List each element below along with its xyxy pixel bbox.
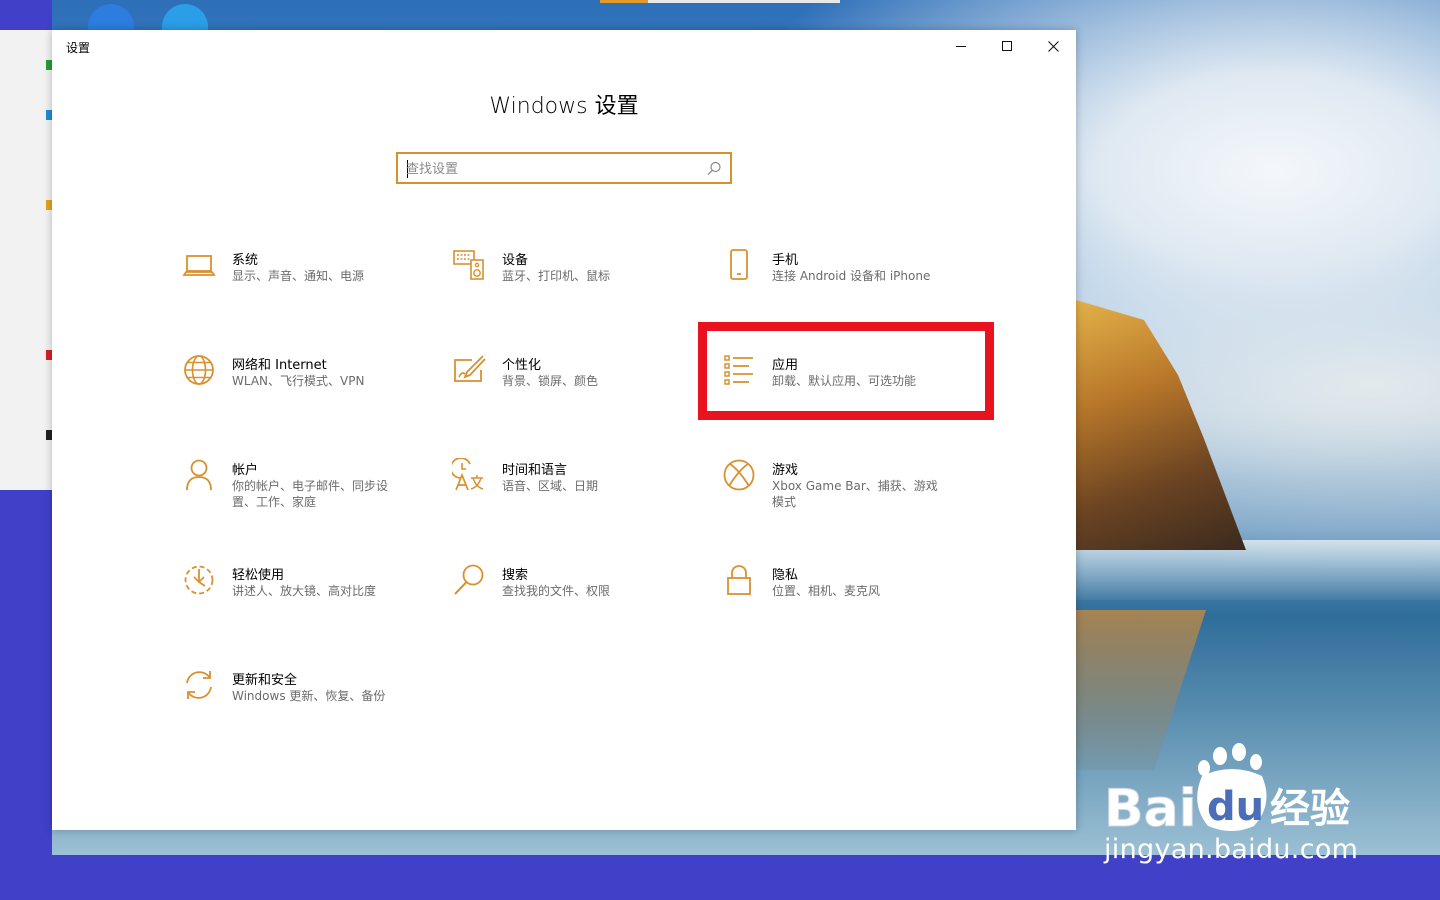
- category-name: 轻松使用: [232, 568, 285, 583]
- phone-icon: [730, 249, 748, 280]
- ease-of-access-icon: [184, 565, 214, 595]
- category-network[interactable]: 网络和 Internet WLAN、飞行模式、VPN: [182, 353, 452, 443]
- category-personalization[interactable]: 个性化 背景、锁屏、颜色: [452, 353, 722, 443]
- category-name: 手机: [772, 253, 799, 268]
- category-name: 游戏: [772, 463, 799, 478]
- category-desc: 背景、锁屏、颜色: [502, 374, 599, 388]
- category-desc: 显示、声音、通知、电源: [232, 269, 365, 283]
- category-desc: 查找我的文件、权限: [502, 584, 611, 598]
- search-input[interactable]: [406, 158, 696, 180]
- category-name: 帐户: [232, 463, 259, 478]
- close-icon: [1047, 40, 1059, 52]
- category-name: 隐私: [772, 568, 799, 583]
- category-time-language[interactable]: 时间和语言 语音、区域、日期: [452, 458, 722, 548]
- category-desc: 连接 Android 设备和 iPhone: [772, 269, 931, 283]
- title-bar[interactable]: 设置: [52, 30, 1076, 62]
- window-title: 设置: [66, 41, 91, 55]
- magnifier-icon: [454, 564, 484, 595]
- category-phone[interactable]: 手机 连接 Android 设备和 iPhone: [722, 248, 992, 338]
- paint-brush-icon: [454, 355, 486, 382]
- laptop-icon: [182, 255, 216, 276]
- apps-list-icon: [724, 355, 753, 385]
- svg-text:Bai: Bai: [1104, 779, 1197, 834]
- watermark-url: jingyan.baidu.com: [1104, 834, 1359, 865]
- lock-icon: [727, 565, 751, 595]
- category-accounts[interactable]: 帐户 你的帐户、电子邮件、同步设置、工作、家庭: [182, 458, 452, 548]
- category-apps[interactable]: 应用 卸载、默认应用、可选功能: [722, 353, 992, 443]
- minimize-button[interactable]: [938, 30, 984, 62]
- category-name: 设备: [502, 253, 529, 268]
- category-gaming[interactable]: 游戏 Xbox Game Bar、捕获、游戏模式: [722, 458, 992, 548]
- category-privacy[interactable]: 隐私 位置、相机、麦克风: [722, 563, 992, 653]
- settings-window: 设置 Windows 设置 系统 显示、声音、通知、电源: [52, 30, 1076, 830]
- category-desc: WLAN、飞行模式、VPN: [232, 374, 365, 388]
- desktop-left-strip: [0, 0, 52, 900]
- category-name: 更新和安全: [232, 673, 298, 688]
- category-name: 应用: [772, 358, 799, 373]
- category-search[interactable]: 搜索 查找我的文件、权限: [452, 563, 722, 653]
- search-box[interactable]: [396, 152, 732, 184]
- category-name: 时间和语言: [502, 463, 568, 478]
- category-ease-of-access[interactable]: 轻松使用 讲述人、放大镜、高对比度: [182, 563, 452, 653]
- person-icon: [186, 459, 212, 491]
- xbox-icon: [723, 459, 755, 491]
- category-desc: 蓝牙、打印机、鼠标: [502, 269, 611, 283]
- category-name: 网络和 Internet: [232, 358, 327, 373]
- category-system[interactable]: 系统 显示、声音、通知、电源: [182, 248, 452, 338]
- category-devices[interactable]: 设备 蓝牙、打印机、鼠标: [452, 248, 722, 338]
- category-desc: Windows 更新、恢复、备份: [232, 689, 386, 703]
- maximize-button[interactable]: [984, 30, 1030, 62]
- minimize-icon: [955, 45, 966, 47]
- time-language-icon: [452, 458, 484, 491]
- search-icon[interactable]: [705, 160, 723, 178]
- svg-text:经验: 经验: [1270, 786, 1350, 832]
- category-desc: 你的帐户、电子邮件、同步设置、工作、家庭: [232, 479, 389, 509]
- category-desc: 卸载、默认应用、可选功能: [772, 374, 917, 388]
- background-window-edge: [0, 30, 52, 490]
- category-desc: Xbox Game Bar、捕获、游戏模式: [772, 479, 938, 509]
- maximize-icon: [1001, 40, 1012, 51]
- category-name: 搜索: [502, 568, 529, 583]
- svg-text:du: du: [1207, 784, 1264, 830]
- watermark: Bai du 经验 jingyan.baidu.com: [1104, 742, 1374, 870]
- keyboard-speaker-icon: [453, 250, 484, 280]
- globe-icon: [184, 355, 214, 385]
- page-title: Windows 设置: [489, 94, 639, 119]
- background-progress: [600, 0, 840, 3]
- category-name: 系统: [232, 253, 259, 268]
- category-update-security[interactable]: 更新和安全 Windows 更新、恢复、备份: [182, 668, 452, 758]
- close-button[interactable]: [1030, 30, 1076, 62]
- category-desc: 位置、相机、麦克风: [772, 584, 881, 598]
- category-desc: 语音、区域、日期: [502, 479, 599, 493]
- update-icon: [186, 671, 212, 699]
- category-name: 个性化: [502, 358, 542, 373]
- category-desc: 讲述人、放大镜、高对比度: [232, 584, 377, 598]
- baidu-jingyan-logo: Bai du 经验: [1104, 743, 1350, 840]
